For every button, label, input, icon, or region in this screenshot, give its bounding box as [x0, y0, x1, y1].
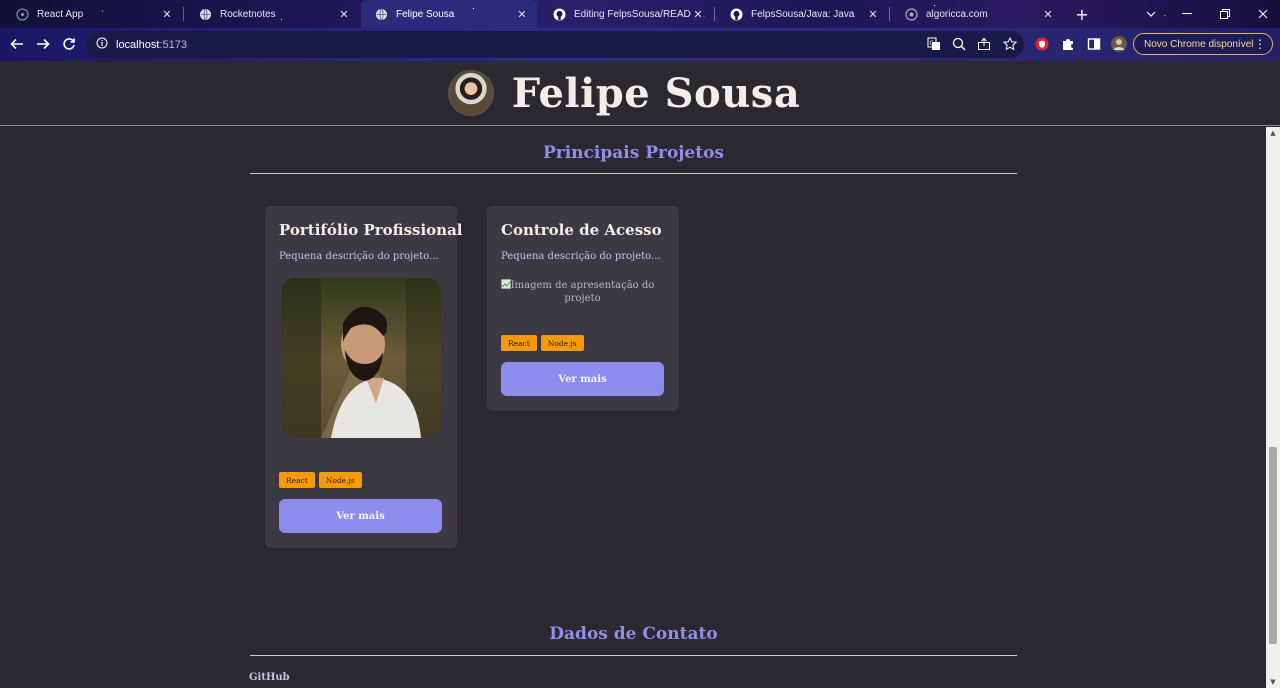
tab-java-repo[interactable]: FelpsSousa/Java: Java ✕: [716, 0, 888, 28]
section-divider: [250, 173, 1017, 174]
close-icon[interactable]: ✕: [691, 8, 705, 21]
project-title: Controle de Acesso: [501, 221, 662, 239]
update-label: Novo Chrome disponível: [1144, 38, 1254, 50]
url-host: localhost: [116, 38, 160, 51]
contact-section-title: Dados de Contato: [549, 624, 718, 644]
globe-icon: [375, 8, 388, 21]
see-more-button[interactable]: Ver mais: [279, 499, 442, 533]
tab-title: Editing FelpsSousa/README: [574, 8, 691, 20]
extension-shield-icon[interactable]: [1034, 36, 1050, 52]
extensions-puzzle-icon[interactable]: [1060, 36, 1076, 52]
project-description: Pequena descrição do projeto...: [279, 251, 439, 262]
share-icon[interactable]: [976, 36, 992, 52]
globe-icon: [905, 7, 918, 21]
tag-list: React Node.js: [279, 472, 362, 488]
close-icon[interactable]: ✕: [160, 8, 174, 21]
new-tab-button[interactable]: +: [1065, 0, 1099, 28]
svg-text:G: G: [930, 40, 935, 47]
page: Felipe Sousa Principais Projetos Portifó…: [0, 61, 1280, 688]
back-button[interactable]: [6, 33, 28, 55]
avatar: [447, 70, 494, 116]
projects-section-title: Principais Projetos: [542, 143, 725, 163]
translate-icon[interactable]: G: [926, 36, 942, 52]
info-icon[interactable]: [96, 37, 108, 52]
tag-badge: Node.js: [318, 472, 362, 488]
scrollbar[interactable]: ▲ ▼: [1266, 127, 1280, 688]
tab-separator: [889, 7, 890, 21]
project-image: Imagem de apresentação do projeto: [501, 279, 664, 305]
tab-separator: [183, 7, 184, 21]
globe-icon: [199, 8, 212, 21]
tab-rocketnotes[interactable]: Rocketnotes ✕: [185, 0, 359, 28]
github-icon: [553, 8, 566, 21]
project-card: Portifólio Profissional Pequena descriçã…: [265, 206, 463, 548]
tab-strip: React App ✕ Rocketnotes ✕ Felipe Sousa ✕…: [0, 0, 1280, 28]
project-description: Pequena descrição do projeto...: [501, 251, 661, 262]
bookmark-star-icon[interactable]: [1002, 36, 1018, 52]
tab-algoricca[interactable]: algoricca.com ✕: [891, 0, 1063, 28]
react-icon: [16, 8, 29, 21]
tab-editing-readme[interactable]: Editing FelpsSousa/README ✕: [539, 0, 713, 28]
image-alt-text: Imagem de apresentação do projeto: [510, 280, 655, 304]
tab-title: algoricca.com: [926, 8, 988, 20]
tab-title: React App: [37, 8, 84, 20]
browser-toolbar: localhost:5173 G Novo Chrome disponível …: [0, 28, 1280, 61]
project-title: Portifólio Profissional: [279, 221, 463, 239]
github-icon: [730, 8, 743, 21]
chrome-update-button[interactable]: Novo Chrome disponível ⋮: [1133, 33, 1273, 55]
tag-badge: Node.js: [540, 335, 584, 351]
tab-react-app[interactable]: React App ✕: [2, 0, 182, 28]
minimize-button[interactable]: [1170, 0, 1204, 28]
address-bar[interactable]: localhost:5173: [86, 31, 1024, 58]
tag-list: React Node.js: [501, 335, 584, 351]
tab-separator: [714, 7, 715, 21]
url-port: :5173: [159, 38, 187, 51]
github-link[interactable]: GitHub: [249, 672, 290, 683]
project-card: Controle de Acesso Pequena descrição do …: [487, 206, 679, 411]
tab-search-icon[interactable]: [1134, 0, 1168, 28]
scroll-down-icon[interactable]: ▼: [1266, 676, 1280, 688]
broken-image-icon: [501, 279, 511, 289]
close-icon[interactable]: ✕: [515, 8, 529, 21]
see-more-button[interactable]: Ver mais: [501, 362, 664, 396]
zoom-icon[interactable]: [951, 36, 967, 52]
close-icon[interactable]: ✕: [1041, 8, 1055, 21]
portrait-illustration: [281, 278, 441, 438]
more-menu-icon[interactable]: ⋮: [1254, 37, 1266, 51]
scrollbar-thumb[interactable]: [1269, 447, 1277, 644]
tab-title: Rocketnotes: [220, 8, 276, 20]
side-panel-icon[interactable]: [1086, 36, 1102, 52]
reload-button[interactable]: [58, 33, 80, 55]
close-icon[interactable]: ✕: [866, 8, 880, 21]
tab-title: FelpsSousa/Java: Java: [751, 8, 855, 20]
section-divider: [250, 655, 1017, 656]
page-title: Felipe Sousa: [511, 69, 801, 117]
scroll-up-icon[interactable]: ▲: [1266, 127, 1280, 139]
tab-felipe-sousa[interactable]: Felipe Sousa ✕: [361, 0, 537, 28]
profile-avatar[interactable]: [1111, 36, 1127, 52]
tag-badge: React: [279, 472, 315, 488]
close-icon[interactable]: ✕: [337, 8, 351, 21]
tab-title: Felipe Sousa: [396, 8, 455, 20]
site-header: Felipe Sousa: [0, 61, 1280, 126]
tag-badge: React: [501, 335, 537, 351]
close-window-button[interactable]: [1246, 0, 1280, 28]
project-image: [281, 278, 441, 438]
restore-button[interactable]: [1208, 0, 1242, 28]
forward-button[interactable]: [32, 33, 54, 55]
